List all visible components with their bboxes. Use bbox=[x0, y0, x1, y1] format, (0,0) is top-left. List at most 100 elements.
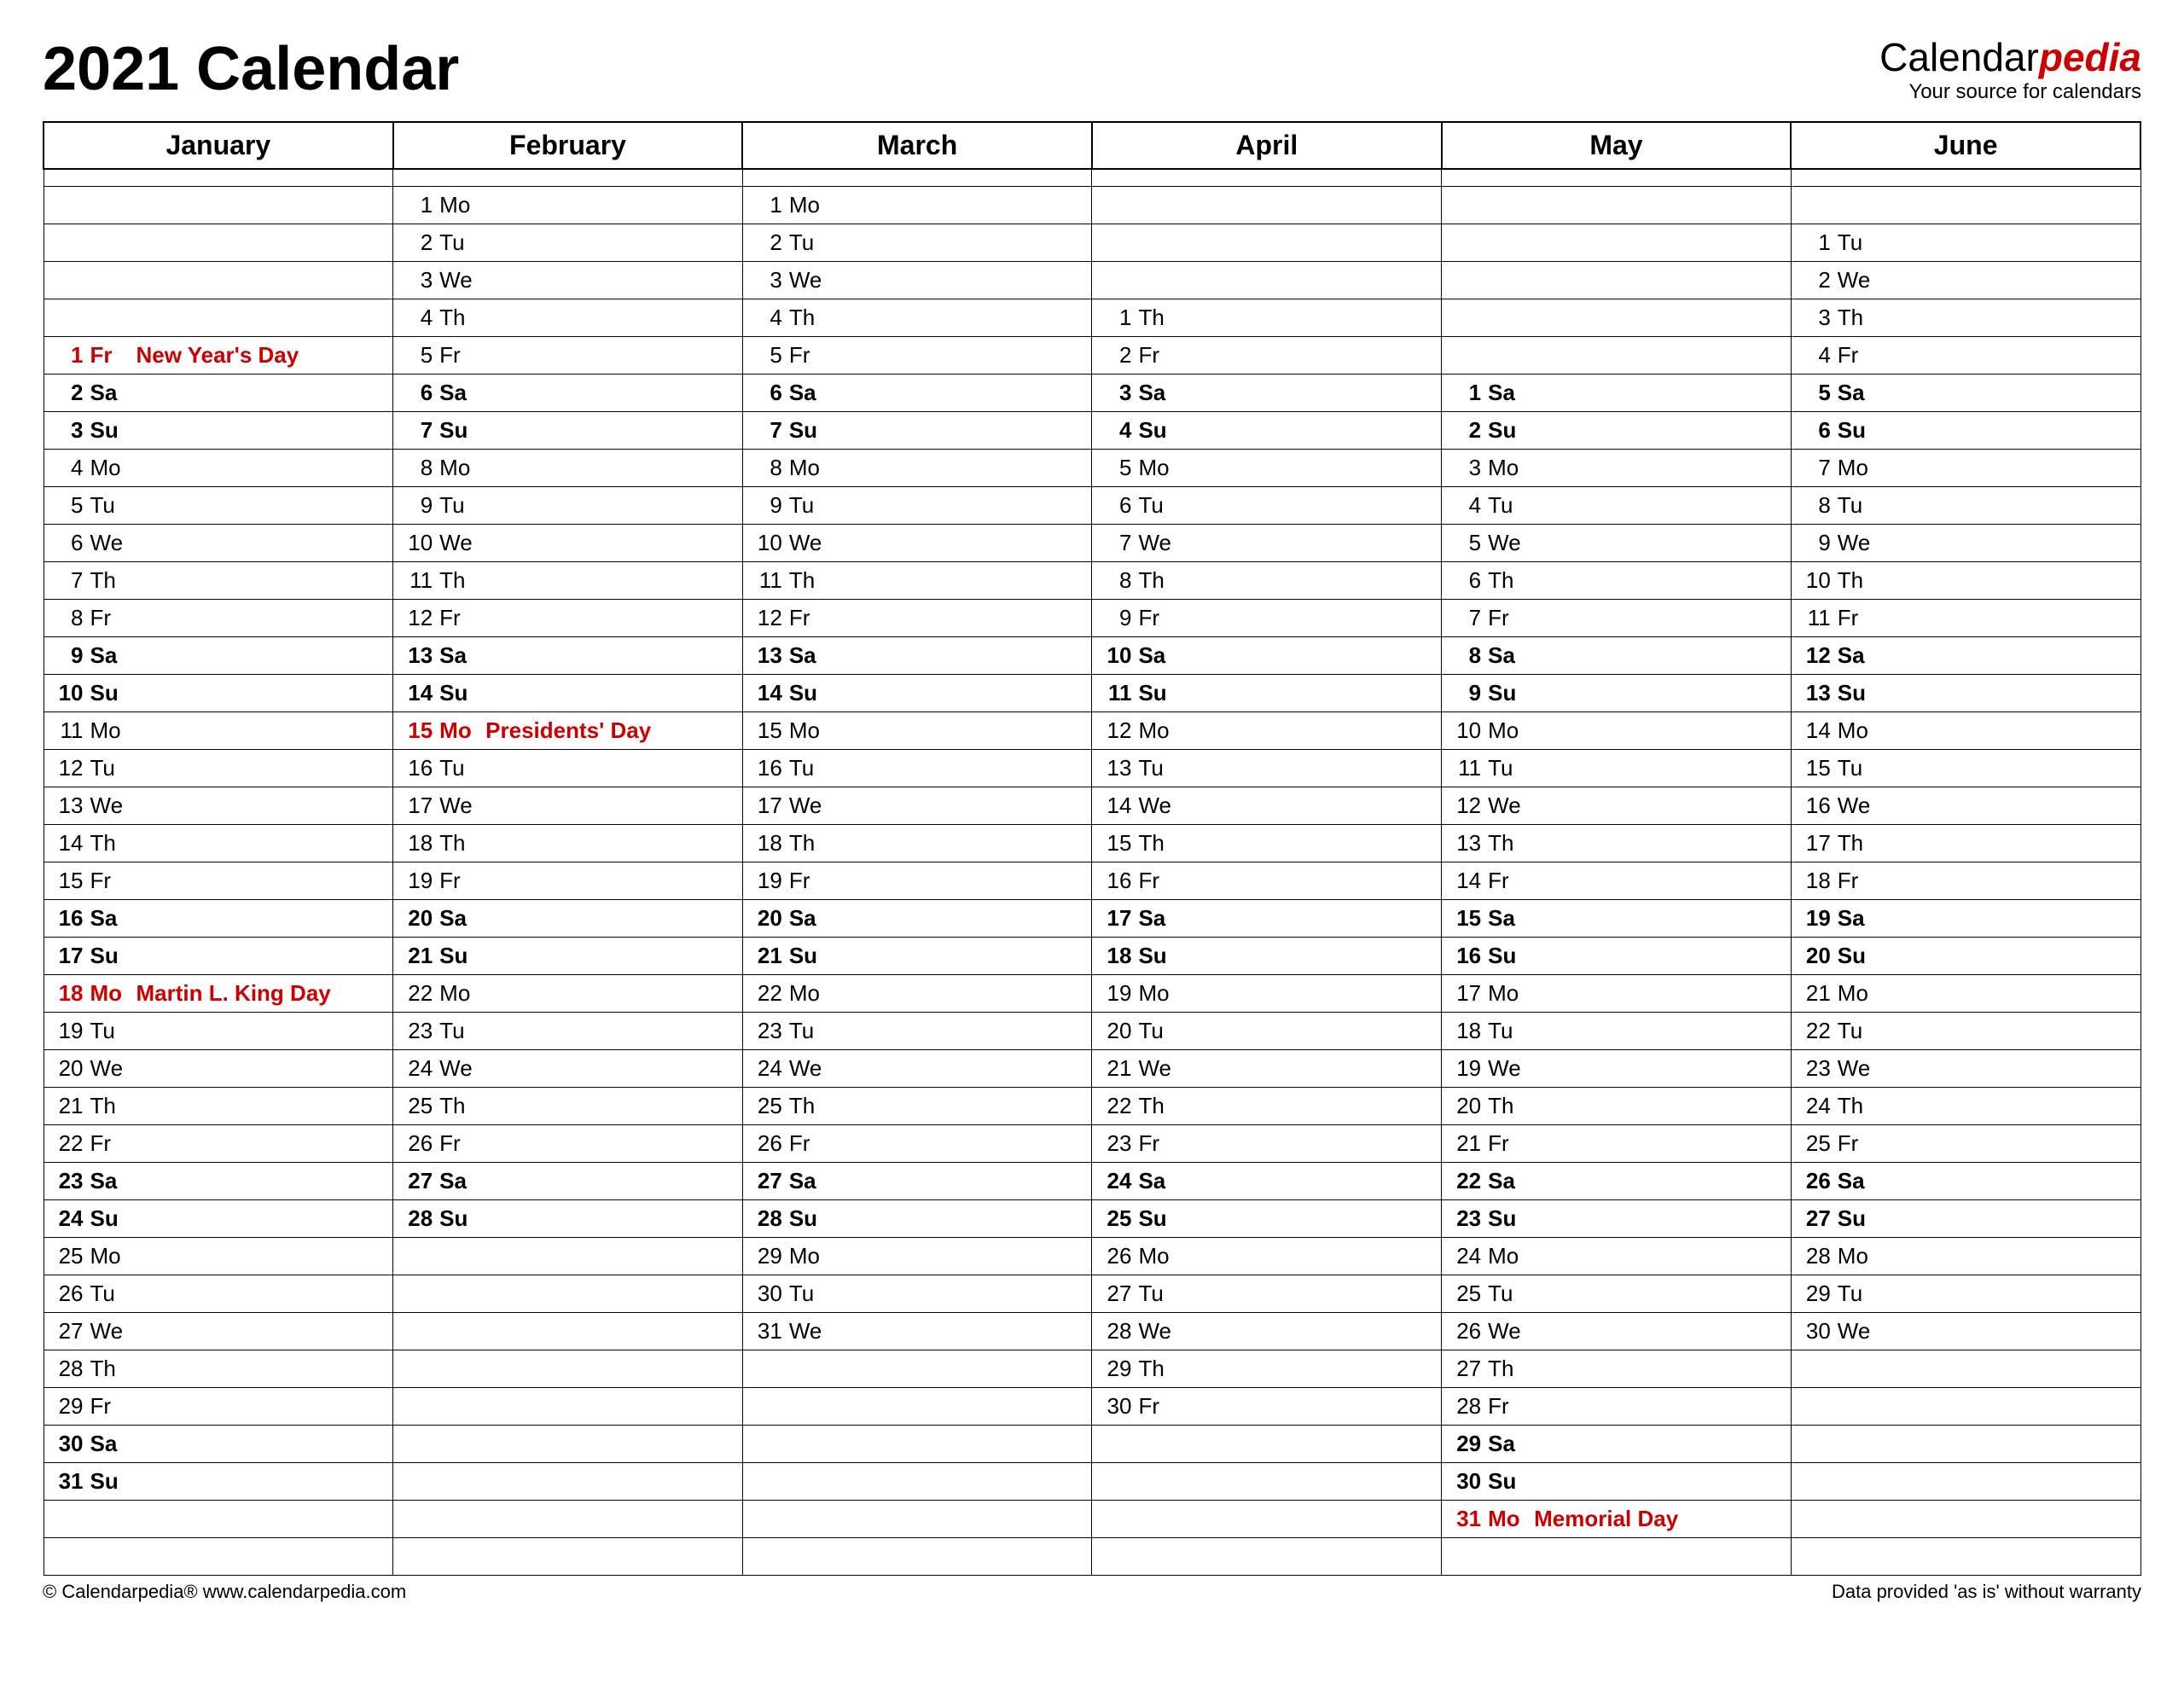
day-cell: 24Sa bbox=[1092, 1163, 1441, 1199]
day-cell: 27Th bbox=[1442, 1350, 1791, 1387]
day-cell: 14Fr bbox=[1442, 862, 1791, 899]
day-cell: 21Mo bbox=[1792, 975, 2140, 1012]
day-number: 5 bbox=[1449, 530, 1481, 556]
day-cell: 4Th bbox=[743, 299, 1092, 336]
day-cell: 14Mo bbox=[1792, 712, 2140, 749]
day-of-week: Fr bbox=[1481, 1130, 1524, 1157]
day-cell: 30Sa bbox=[44, 1426, 393, 1462]
day-of-week: Tu bbox=[782, 1018, 825, 1044]
day-of-week: We bbox=[84, 1318, 126, 1344]
day-cell: 16Su bbox=[1442, 938, 1791, 974]
day-of-week: Su bbox=[782, 1205, 825, 1232]
day-number: 27 bbox=[1798, 1205, 1831, 1232]
day-number: 14 bbox=[1099, 793, 1131, 819]
day-cell: 15Fr bbox=[44, 862, 393, 899]
day-number: 28 bbox=[1099, 1318, 1131, 1344]
day-number: 28 bbox=[1449, 1393, 1481, 1420]
day-of-week: Fr bbox=[433, 605, 475, 631]
day-cell: 1Th bbox=[1092, 299, 1441, 336]
day-cell: 10Mo bbox=[1442, 712, 1791, 749]
day-number: 26 bbox=[51, 1281, 84, 1307]
day-of-week: Su bbox=[1831, 680, 1873, 706]
day-cell: 9We bbox=[1792, 525, 2140, 561]
day-of-week: We bbox=[1131, 530, 1174, 556]
day-number: 13 bbox=[1099, 755, 1131, 781]
day-number: 24 bbox=[1099, 1168, 1131, 1194]
holiday-label: Presidents' Day bbox=[475, 717, 651, 744]
day-cell: 22Sa bbox=[1442, 1163, 1791, 1199]
day-cell: 18Tu bbox=[1442, 1013, 1791, 1049]
day-cell: 29Fr bbox=[44, 1388, 393, 1425]
day-cell: 22Fr bbox=[44, 1125, 393, 1162]
day-number: 5 bbox=[750, 342, 782, 369]
day-cell: 26We bbox=[1442, 1313, 1791, 1350]
day-number: 19 bbox=[51, 1018, 84, 1044]
day-of-week: Tu bbox=[84, 492, 126, 519]
month-header-june: June bbox=[1791, 122, 2140, 169]
day-of-week: Th bbox=[433, 1093, 475, 1119]
day-cell: 18MoMartin L. King Day bbox=[44, 975, 393, 1012]
day-number: 2 bbox=[1798, 267, 1831, 293]
day-cell: 24Su bbox=[44, 1200, 393, 1237]
day-cell: 15Mo bbox=[743, 712, 1092, 749]
day-of-week: Mo bbox=[1831, 717, 1873, 744]
day-cell: 23Sa bbox=[44, 1163, 393, 1199]
day-number: 10 bbox=[400, 530, 433, 556]
day-of-week: Mo bbox=[1131, 455, 1174, 481]
day-of-week: Th bbox=[1481, 830, 1524, 857]
day-number: 8 bbox=[1449, 642, 1481, 669]
day-of-week: Mo bbox=[84, 1243, 126, 1269]
day-number: 10 bbox=[51, 680, 84, 706]
day-number: 17 bbox=[1798, 830, 1831, 857]
day-number: 18 bbox=[1099, 943, 1131, 969]
day-of-week: Sa bbox=[433, 380, 475, 406]
day-of-week: We bbox=[782, 1055, 825, 1082]
day-of-week: Fr bbox=[1131, 868, 1174, 894]
month-header-february: February bbox=[393, 122, 743, 169]
day-number: 31 bbox=[1449, 1506, 1481, 1532]
day-of-week: Mo bbox=[84, 455, 126, 481]
day-cell: 6Th bbox=[1442, 562, 1791, 599]
day-of-week: Th bbox=[84, 1356, 126, 1382]
day-number: 25 bbox=[1798, 1130, 1831, 1157]
day-number: 30 bbox=[750, 1281, 782, 1307]
day-of-week: We bbox=[433, 1055, 475, 1082]
day-cell: 6Sa bbox=[743, 375, 1092, 411]
day-of-week: Su bbox=[84, 1205, 126, 1232]
day-cell: 13Th bbox=[1442, 825, 1791, 862]
day-number: 15 bbox=[1449, 905, 1481, 932]
day-of-week: We bbox=[433, 267, 475, 293]
day-cell: 19Sa bbox=[1792, 900, 2140, 937]
day-number: 14 bbox=[400, 680, 433, 706]
day-number: 3 bbox=[51, 417, 84, 444]
day-cell: 4Fr bbox=[1792, 337, 2140, 374]
day-of-week: Sa bbox=[1481, 905, 1524, 932]
day-of-week: Tu bbox=[1131, 1018, 1174, 1044]
day-number: 1 bbox=[1449, 380, 1481, 406]
day-of-week: We bbox=[782, 793, 825, 819]
day-of-week: Th bbox=[1831, 305, 1873, 331]
day-number: 1 bbox=[1099, 305, 1131, 331]
day-cell: 29Th bbox=[1092, 1350, 1441, 1387]
day-number: 16 bbox=[1798, 793, 1831, 819]
day-number: 16 bbox=[750, 755, 782, 781]
day-of-week: Fr bbox=[84, 605, 126, 631]
day-cell: 14Th bbox=[44, 825, 393, 862]
day-number: 15 bbox=[750, 717, 782, 744]
day-cell: 16Sa bbox=[44, 900, 393, 937]
day-of-week: Fr bbox=[84, 342, 126, 369]
day-cell: 1Mo bbox=[393, 187, 742, 224]
day-cell: 22Mo bbox=[743, 975, 1092, 1012]
day-cell: 14Su bbox=[743, 675, 1092, 711]
day-cell: 10Th bbox=[1792, 562, 2140, 599]
day-cell: 10We bbox=[743, 525, 1092, 561]
day-of-week: Tu bbox=[782, 229, 825, 256]
day-number: 16 bbox=[400, 755, 433, 781]
month-header-march: March bbox=[742, 122, 1092, 169]
day-of-week: We bbox=[782, 1318, 825, 1344]
day-number: 26 bbox=[750, 1130, 782, 1157]
day-cell: 27Sa bbox=[393, 1163, 742, 1199]
day-number: 7 bbox=[750, 417, 782, 444]
day-number: 23 bbox=[51, 1168, 84, 1194]
day-of-week: Th bbox=[1481, 1093, 1524, 1119]
